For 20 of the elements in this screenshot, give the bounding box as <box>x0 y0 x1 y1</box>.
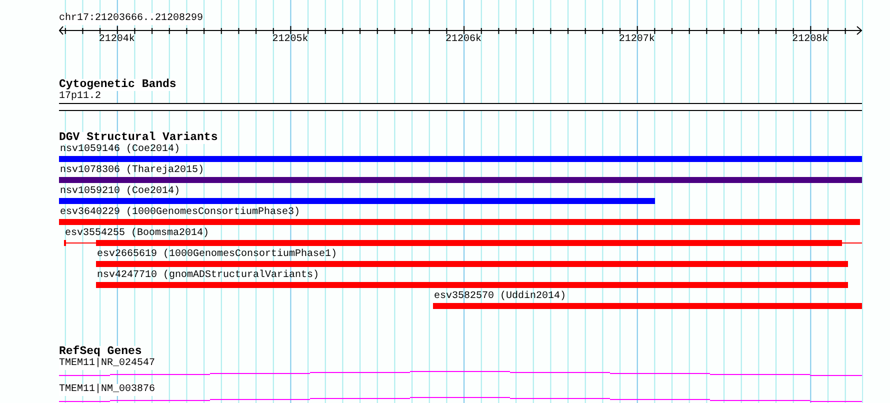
variant-label: nsv1059146 (Coe2014) <box>60 144 180 156</box>
variant-label: esv2665619 (1000GenomesConsortiumPhase1) <box>97 249 338 261</box>
axis-tick-label: 21206k <box>446 34 482 46</box>
variant-label: esv3582570 (Uddin2014) <box>434 291 566 303</box>
region-title: chr17:21203666..21208299 <box>59 13 204 25</box>
variant-label: nsv1059210 (Coe2014) <box>60 186 180 198</box>
track-title: Cytogenetic Bands <box>59 79 176 91</box>
gene-label: TMEM11|NR_024547 <box>59 358 156 370</box>
track-title: DGV Structural Variants <box>59 132 218 144</box>
axis-tick-label: 21205k <box>272 34 308 46</box>
variant-label: esv3554255 (Boomsma2014) <box>65 228 210 240</box>
variant-label: nsv1078306 (Thareja2015) <box>60 165 204 177</box>
variant-label: nsv4247710 (gnomADStructuralVariants) <box>97 270 320 282</box>
variant-label: esv3640229 (1000GenomesConsortiumPhase3) <box>60 207 300 219</box>
axis-tick-label: 21208k <box>792 34 828 46</box>
gene-label: TMEM11|NM_003876 <box>59 384 156 396</box>
track-title: RefSeq Genes <box>59 346 142 358</box>
band-label: 17p11.2 <box>59 91 102 103</box>
axis-tick-label: 21207k <box>618 34 655 46</box>
axis-tick-label: 21204k <box>98 34 135 46</box>
